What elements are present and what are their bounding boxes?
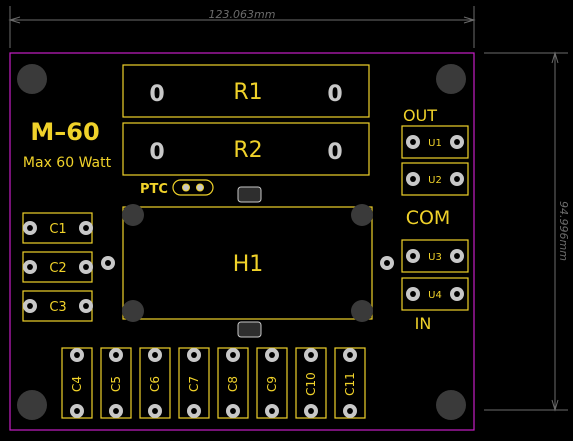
com-label: COM bbox=[406, 207, 451, 229]
capacitors-left: C1 C2 C3 bbox=[22, 212, 93, 322]
capacitor-c7: C7 bbox=[178, 347, 210, 419]
resistor-r1-pad-left: 0 bbox=[149, 82, 164, 107]
board-title: M–60 bbox=[30, 118, 99, 146]
resistor-r1-pad-right: 0 bbox=[327, 82, 342, 107]
capacitor-c6-label: C6 bbox=[148, 376, 162, 392]
capacitor-c1: C1 bbox=[22, 212, 93, 244]
ptc-component: PTC bbox=[140, 179, 214, 197]
capacitor-c1-label: C1 bbox=[49, 222, 66, 237]
connector-u3: U3 bbox=[401, 239, 469, 273]
resistor-r2-label: R2 bbox=[233, 138, 262, 163]
heater-h1: H1 bbox=[101, 186, 394, 338]
height-dimension bbox=[484, 51, 568, 412]
capacitor-c3-label: C3 bbox=[49, 300, 66, 315]
mount-hole-bottom-right bbox=[436, 390, 466, 420]
resistor-r2-pad-right: 0 bbox=[327, 140, 342, 165]
heater-h1-label: H1 bbox=[233, 252, 264, 277]
resistor-r2: R2 0 0 bbox=[122, 122, 370, 176]
capacitor-c7-label: C7 bbox=[187, 376, 201, 392]
capacitor-c4: C4 bbox=[61, 347, 93, 419]
capacitor-c11-label: C11 bbox=[343, 372, 357, 396]
capacitor-c5-label: C5 bbox=[109, 376, 123, 392]
capacitor-c10: C10 bbox=[295, 347, 327, 419]
capacitor-c9: C9 bbox=[256, 347, 288, 419]
connector-u3-label: U3 bbox=[428, 252, 442, 263]
resistor-r2-pad-left: 0 bbox=[149, 140, 164, 165]
capacitor-c2-label: C2 bbox=[49, 261, 66, 276]
resistor-r1: R1 0 0 bbox=[122, 64, 370, 118]
connector-u1-label: U1 bbox=[428, 138, 442, 149]
capacitor-c6: C6 bbox=[139, 347, 171, 419]
width-dimension-label: 123.063mm bbox=[209, 8, 276, 21]
connector-u1: U1 bbox=[401, 125, 469, 159]
height-dimension-label: 94.996mm bbox=[557, 201, 570, 261]
mount-hole-top-right bbox=[436, 64, 466, 94]
capacitor-c10-label: C10 bbox=[304, 372, 318, 396]
capacitor-c3: C3 bbox=[22, 290, 93, 322]
capacitors-bottom: C4 C5 C6 C7 C8 C9 C10 C11 bbox=[61, 347, 366, 419]
board-subtitle: Max 60 Watt bbox=[23, 155, 112, 171]
capacitor-c9-label: C9 bbox=[265, 376, 279, 392]
resistor-r1-label: R1 bbox=[233, 80, 262, 105]
connector-u2: U2 bbox=[401, 162, 469, 196]
ptc-label: PTC bbox=[140, 182, 168, 197]
capacitor-c5: C5 bbox=[100, 347, 132, 419]
in-label: IN bbox=[415, 314, 432, 333]
capacitor-c8-label: C8 bbox=[226, 376, 240, 392]
capacitor-c8: C8 bbox=[217, 347, 249, 419]
capacitor-c11: C11 bbox=[334, 347, 366, 419]
connector-u4: U4 bbox=[401, 277, 469, 311]
out-label: OUT bbox=[403, 106, 437, 125]
pcb-layout-canvas: 123.063mm 94.996mm M–60 Max 60 Watt R1 0… bbox=[8, 6, 570, 431]
connector-u4-label: U4 bbox=[428, 290, 442, 301]
connector-u2-label: U2 bbox=[428, 175, 442, 186]
capacitor-c2: C2 bbox=[22, 251, 93, 283]
mount-hole-top-left bbox=[17, 64, 47, 94]
mount-hole-bottom-left bbox=[17, 390, 47, 420]
capacitor-c4-label: C4 bbox=[70, 376, 84, 392]
